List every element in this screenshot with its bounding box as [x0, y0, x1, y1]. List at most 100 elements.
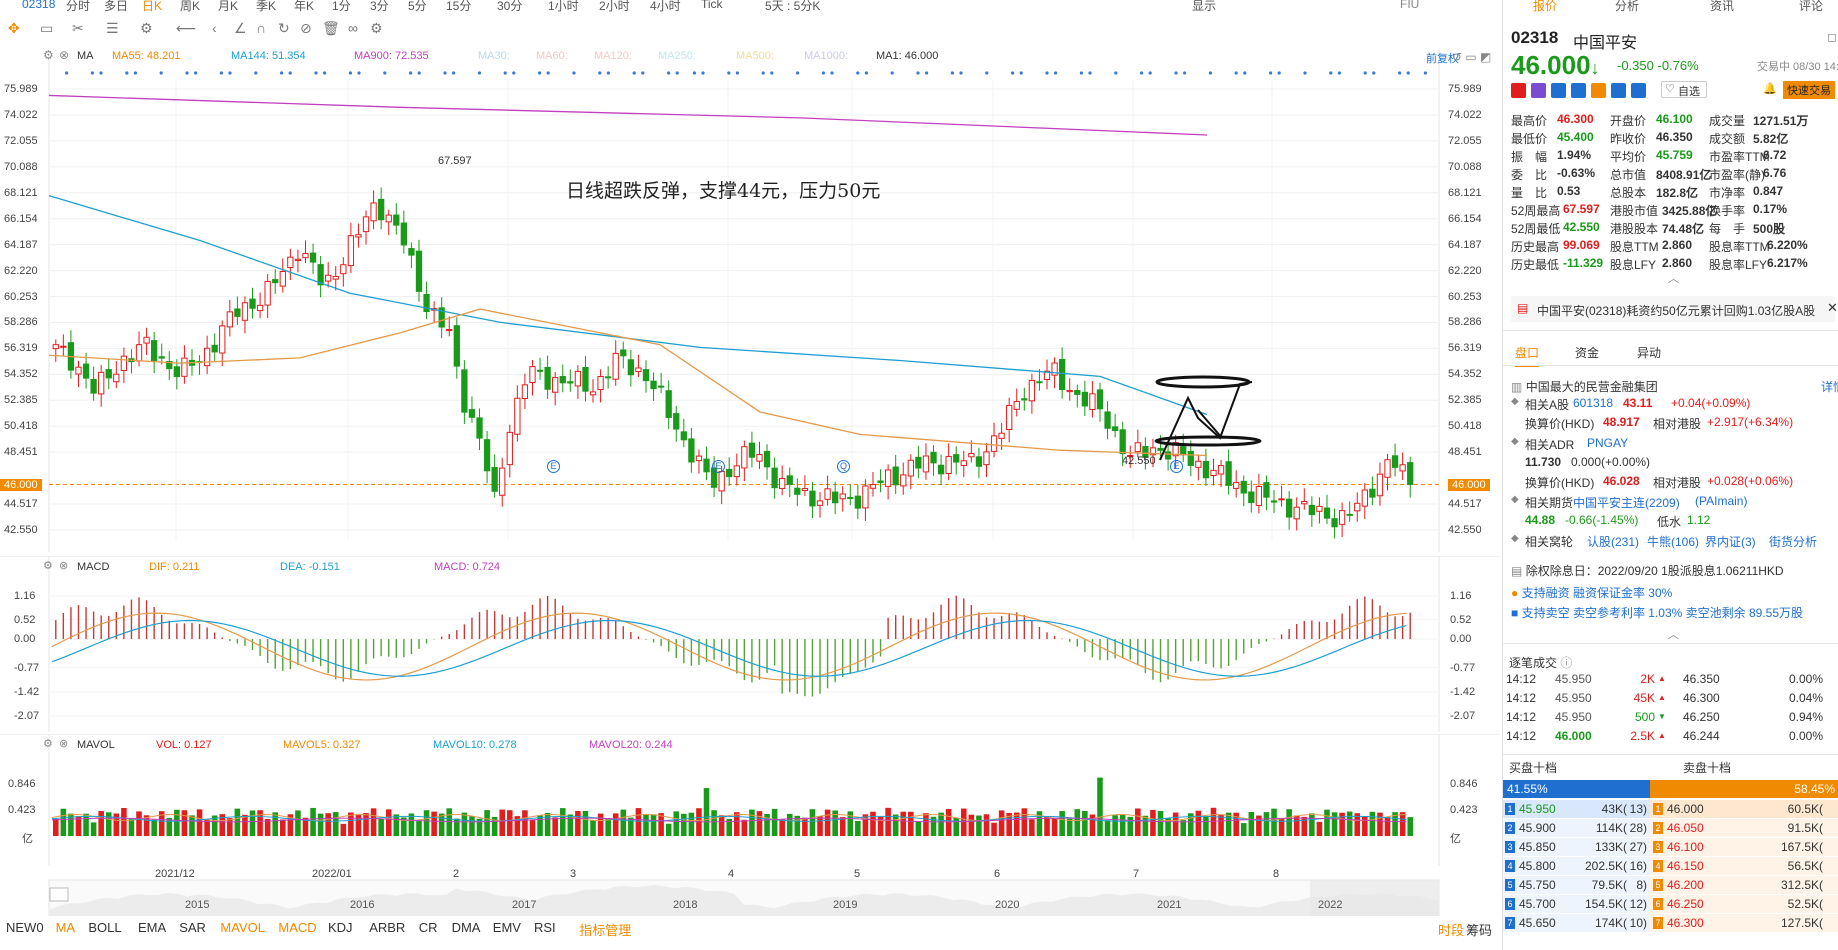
- quote-tab-3[interactable]: 评论: [1799, 0, 1823, 14]
- indicator-12[interactable]: RSI: [534, 920, 556, 935]
- detail-link[interactable]: 详情: [1821, 378, 1838, 395]
- pencil-icon[interactable]: ∠: [234, 20, 247, 37]
- indicator-6[interactable]: MACD: [278, 920, 316, 935]
- refresh-icon[interactable]: ↻: [278, 20, 290, 37]
- macd-chart[interactable]: [0, 556, 1500, 732]
- legend-ma-8[interactable]: MA1000:: [804, 50, 848, 62]
- period-14[interactable]: 4小时: [650, 0, 681, 14]
- indicator-10[interactable]: DMA: [452, 920, 481, 935]
- shape-icon[interactable]: ▭: [40, 20, 53, 37]
- period-10[interactable]: 15分: [446, 0, 471, 14]
- legend-ma-4[interactable]: MA60:: [536, 50, 568, 62]
- badge-icon[interactable]: [1551, 83, 1566, 98]
- legend-ma-2[interactable]: MA900: 72.535: [354, 50, 429, 62]
- settings-icon[interactable]: ⚙: [43, 48, 54, 62]
- period-12[interactable]: 1小时: [548, 0, 579, 14]
- quote-tab-1[interactable]: 分析: [1615, 0, 1639, 14]
- quote-tab-0[interactable]: 报价: [1533, 0, 1557, 14]
- period-1[interactable]: 多日: [104, 0, 128, 14]
- settings-icon[interactable]: ⚙: [43, 737, 53, 750]
- back-icon[interactable]: ‹: [212, 20, 217, 36]
- period-16[interactable]: 5天 : 5分K: [765, 0, 820, 14]
- list-icon[interactable]: ☰: [106, 20, 119, 37]
- settings-icon[interactable]: ⚙: [43, 559, 53, 572]
- period-7[interactable]: 1分: [332, 0, 351, 14]
- period-11[interactable]: 30分: [497, 0, 522, 14]
- magnet-icon[interactable]: ∩: [256, 20, 266, 36]
- adr-code[interactable]: PNGAY: [1587, 436, 1628, 450]
- close-icon[interactable]: ⊗: [59, 559, 68, 572]
- chips-button[interactable]: 筹码: [1466, 920, 1492, 939]
- legend-macd-0[interactable]: DIF: 0.211: [149, 561, 200, 573]
- warrant-0[interactable]: 认股(231): [1587, 533, 1639, 550]
- lock-icon[interactable]: ⊘: [300, 20, 312, 37]
- bell-icon[interactable]: 🔔: [1763, 82, 1777, 95]
- indicator-9[interactable]: CR: [419, 920, 438, 935]
- news-banner[interactable]: ▤ 中国平安(02318)耗资约50亿元累计回购1.03亿股A股 ✕: [1511, 296, 1838, 322]
- legend-vol-3[interactable]: MAVOL20: 0.244: [589, 739, 673, 751]
- period-4[interactable]: 月K: [218, 0, 238, 14]
- period-6[interactable]: 年K: [294, 0, 314, 14]
- indicator-5[interactable]: MAVOL: [220, 920, 265, 935]
- delete-icon[interactable]: 🗑: [322, 20, 340, 37]
- badge-icon[interactable]: [1571, 83, 1586, 98]
- period-8[interactable]: 3分: [370, 0, 389, 14]
- legend-ma-5[interactable]: MA120:: [594, 50, 632, 62]
- warrant-1[interactable]: 牛熊(106): [1647, 533, 1699, 550]
- crosshair-icon[interactable]: ✥: [8, 20, 20, 37]
- legend-vol-2[interactable]: MAVOL10: 0.278: [433, 739, 517, 751]
- quote-tab-2[interactable]: 资讯: [1710, 0, 1734, 14]
- session-button[interactable]: 时段: [1438, 920, 1464, 939]
- legend-macd-2[interactable]: MACD: 0.724: [434, 561, 500, 573]
- quick-trade-button[interactable]: 快速交易: [1783, 81, 1835, 99]
- sub-tab-2[interactable]: 异动: [1637, 344, 1661, 361]
- period-2[interactable]: 日K: [142, 0, 162, 14]
- badge-icon[interactable]: [1511, 83, 1526, 98]
- gear-icon[interactable]: ⚙: [140, 20, 153, 37]
- indicator-11[interactable]: EMV: [493, 920, 521, 935]
- warrant-3[interactable]: 街货分析: [1769, 533, 1817, 550]
- sub-tab-1[interactable]: 资金: [1575, 344, 1599, 361]
- period-9[interactable]: 5分: [408, 0, 427, 14]
- period-3[interactable]: 周K: [180, 0, 200, 14]
- legend-ma-1[interactable]: MA144: 51.354: [231, 50, 306, 62]
- close-icon[interactable]: ⊗: [59, 737, 68, 750]
- expand-icon[interactable]: ︿: [1668, 270, 1679, 286]
- legend-ma-7[interactable]: MA500:: [736, 50, 774, 62]
- badge-icon[interactable]: [1631, 83, 1646, 98]
- fut-name[interactable]: 中国平安主连(2209): [1573, 494, 1680, 511]
- event-marker-2[interactable]: Q: [837, 460, 850, 473]
- period-15[interactable]: Tick: [701, 0, 723, 11]
- stock-code-tab[interactable]: 02318: [22, 0, 55, 11]
- expand-icon-2[interactable]: ︿: [1668, 626, 1679, 642]
- link-icon[interactable]: ∞: [348, 20, 358, 36]
- event-marker-3[interactable]: E: [1170, 460, 1183, 473]
- collapse-icon[interactable]: ◻: [1827, 30, 1837, 44]
- event-marker-0[interactable]: E: [547, 460, 560, 473]
- indicator-3[interactable]: EMA: [138, 920, 166, 935]
- legend-vol-0[interactable]: VOL: 0.127: [156, 739, 212, 751]
- legend-ma-0[interactable]: MA55: 48.201: [112, 50, 181, 62]
- period-13[interactable]: 2小时: [599, 0, 630, 14]
- settings-icon[interactable]: ⚙: [370, 20, 383, 37]
- indicator-7[interactable]: KDJ: [328, 920, 353, 935]
- legend-ma-6[interactable]: MA250:: [658, 50, 696, 62]
- badge-icon[interactable]: [1611, 83, 1626, 98]
- indicator-0[interactable]: NEW0: [6, 920, 44, 935]
- period-5[interactable]: 季K: [256, 0, 276, 14]
- indicator-1[interactable]: MA: [56, 920, 76, 935]
- legend-vol-1[interactable]: MAVOL5: 0.327: [283, 739, 360, 751]
- indicator-4[interactable]: SAR: [179, 920, 206, 935]
- volume-chart[interactable]: [0, 734, 1500, 866]
- a-share-code[interactable]: 601318: [1573, 396, 1613, 410]
- event-marker-1[interactable]: E: [712, 460, 725, 473]
- legend-ma-9[interactable]: MA1: 46.000: [876, 50, 938, 62]
- candlestick-chart[interactable]: [0, 50, 1500, 552]
- back-arrow-icon[interactable]: ⟵: [176, 20, 196, 37]
- indicator-8[interactable]: ARBR: [369, 920, 405, 935]
- indicator-2[interactable]: BOLL: [88, 920, 121, 935]
- badge-icon[interactable]: [1591, 83, 1606, 98]
- chart-controls[interactable]: ↺ ▭ ◩: [1452, 50, 1491, 64]
- legend-ma-3[interactable]: MA30:: [478, 50, 510, 62]
- sub-tab-0[interactable]: 盘口: [1515, 344, 1540, 367]
